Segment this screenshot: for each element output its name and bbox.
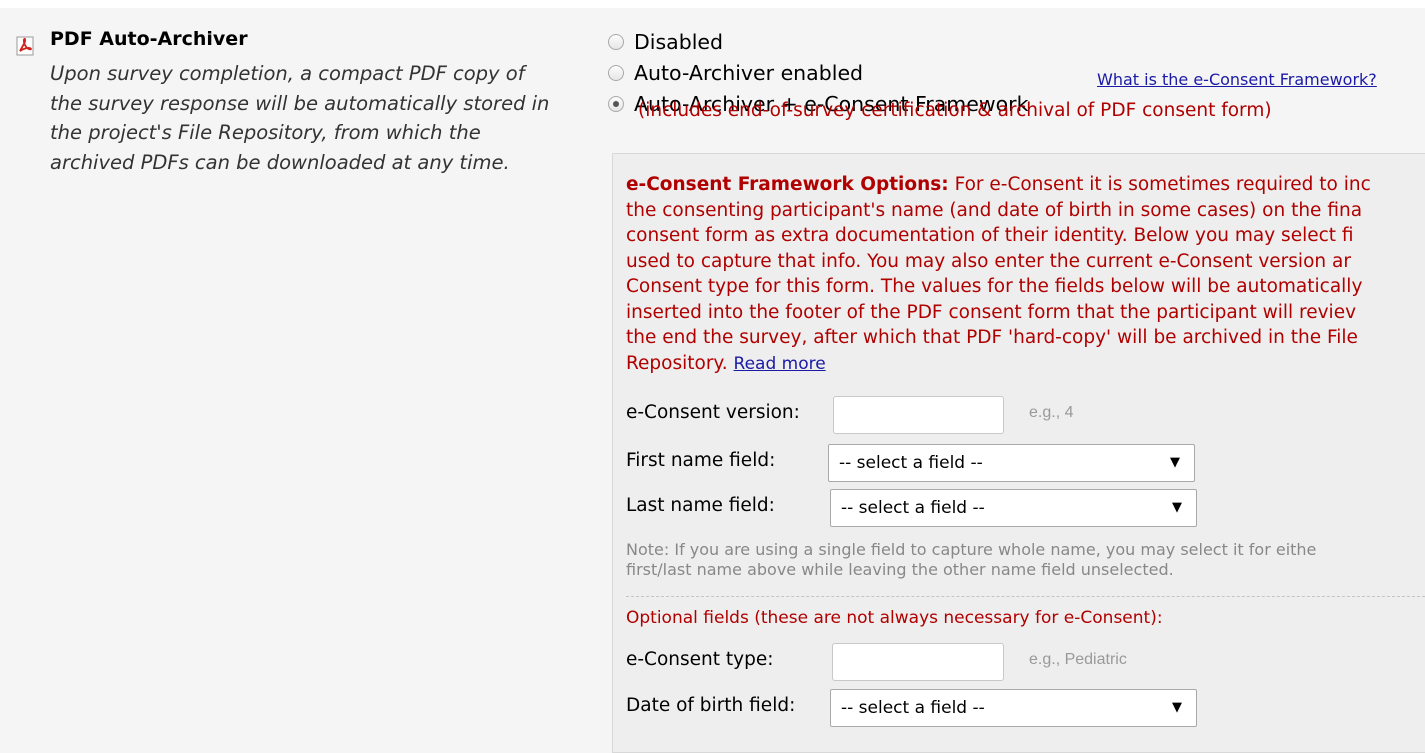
description-line: archived PDFs can be downloaded at any t… — [50, 150, 510, 174]
radio-label: Auto-Archiver enabled — [634, 61, 864, 85]
description-text: Repository. — [626, 352, 728, 374]
note-line: first/last name above while leaving the … — [626, 560, 1174, 579]
description-text: the consenting participant's name (and d… — [626, 199, 1363, 221]
dropdown-arrow-icon: ▼ — [1170, 455, 1180, 470]
description-text: the end the survey, after which that PDF… — [626, 327, 1358, 348]
optional-fields-heading: Optional fields (these are not always ne… — [626, 608, 1163, 628]
dob-select-value: -- select a field -- — [841, 698, 985, 718]
radio-button-checked[interactable] — [608, 96, 624, 112]
dob-select[interactable]: -- select a field -- ▼ — [830, 689, 1197, 727]
econsent-version-input[interactable] — [833, 396, 1004, 434]
last-name-select-value: -- select a field -- — [841, 498, 985, 518]
description-line: the survey response will be automaticall… — [50, 91, 550, 115]
radio-label: Disabled — [634, 30, 724, 54]
setting-title: PDF Auto-Archiver — [50, 28, 248, 50]
description-line: the project's File Repository, from whic… — [50, 121, 481, 144]
options-heading: e-Consent Framework Options: — [626, 174, 949, 195]
description-text: inserted into the footer of the PDF cons… — [626, 301, 1357, 323]
read-more-link[interactable]: Read more — [734, 354, 826, 374]
dashed-divider — [626, 596, 1425, 597]
description-text: Consent type for this form. The values f… — [626, 276, 1363, 297]
top-strip — [0, 0, 1425, 8]
note-line: Note: If you are using a single field to… — [626, 540, 1317, 559]
radio-button[interactable] — [608, 65, 624, 81]
econsent-type-label: e-Consent type: — [626, 649, 774, 670]
econsent-includes-note: (includes end-of-survey certification & … — [638, 100, 1272, 121]
setting-description: Upon survey completion, a compact PDF co… — [50, 59, 610, 177]
econsent-version-label: e-Consent version: — [626, 402, 800, 423]
dropdown-arrow-icon: ▼ — [1172, 700, 1182, 715]
econsent-description: e-Consent Framework Options: For e-Conse… — [626, 172, 1425, 377]
description-line: Upon survey completion, a compact PDF co… — [50, 62, 525, 85]
first-name-select-value: -- select a field -- — [839, 453, 983, 473]
dob-label: Date of birth field: — [626, 695, 796, 716]
last-name-label: Last name field: — [626, 495, 775, 516]
whatis-econsent-link[interactable]: What is the e-Consent Framework? — [1097, 70, 1377, 89]
radio-option-auto-archiver[interactable]: Auto-Archiver enabled — [608, 59, 863, 87]
pdf-file-icon — [16, 36, 34, 56]
econsent-type-input[interactable] — [832, 643, 1004, 681]
first-name-label: First name field: — [626, 450, 776, 471]
radio-option-disabled[interactable]: Disabled — [608, 28, 723, 56]
radio-button[interactable] — [608, 34, 624, 50]
description-text: For e-Consent it is sometimes required t… — [954, 174, 1371, 195]
description-text: used to capture that info. You may also … — [626, 250, 1351, 272]
first-name-select[interactable]: -- select a field -- ▼ — [828, 444, 1195, 482]
dropdown-arrow-icon: ▼ — [1172, 500, 1182, 515]
type-example: e.g., Pediatric — [1029, 651, 1127, 668]
description-text: consent form as extra documentation of t… — [626, 225, 1354, 246]
version-example: e.g., 4 — [1029, 404, 1074, 421]
last-name-select[interactable]: -- select a field -- ▼ — [830, 489, 1197, 527]
name-field-note: Note: If you are using a single field to… — [626, 540, 1316, 580]
